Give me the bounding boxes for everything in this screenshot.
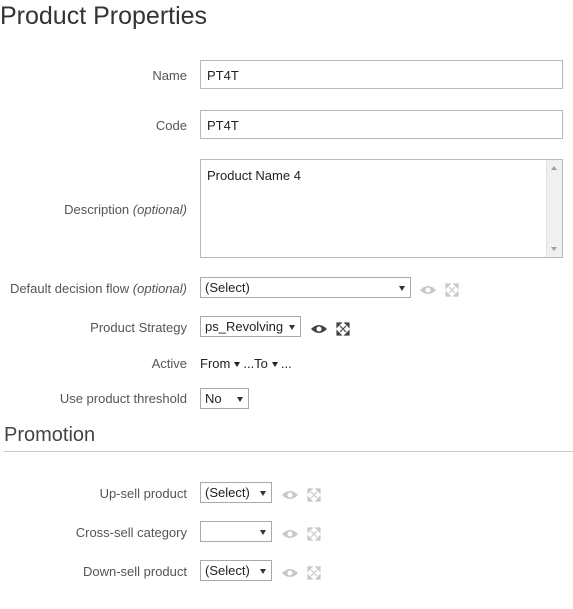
use-product-threshold-label: Use product threshold (59, 391, 187, 406)
code-label: Code (155, 118, 187, 133)
page-title: Product Properties (0, 2, 208, 30)
view-eye-icon (282, 491, 298, 499)
active-end-text: ... (280, 356, 292, 371)
expand-icon (445, 283, 459, 297)
down-sell-value: (Select) (205, 563, 250, 578)
scroll-up-arrow-icon[interactable] (551, 166, 557, 170)
view-eye-icon (282, 530, 298, 538)
product-strategy-value: ps_Revolving (205, 319, 284, 334)
up-sell-select[interactable]: (Select) (200, 482, 272, 503)
dropdown-arrow-icon (260, 569, 266, 574)
cross-sell-label: Cross-sell category (75, 525, 187, 540)
default-decision-flow-value: (Select) (205, 280, 250, 295)
description-textarea[interactable]: Product Name 4 (200, 159, 563, 258)
down-sell-select[interactable]: (Select) (200, 560, 272, 581)
description-value: Product Name 4 (207, 168, 301, 183)
dropdown-arrow-icon (237, 397, 243, 402)
dropdown-arrow-icon (289, 325, 295, 330)
code-input[interactable]: PT4T (200, 110, 563, 139)
dropdown-arrow-icon (399, 286, 405, 291)
name-input[interactable]: PT4T (200, 60, 563, 89)
from-dropdown-caret-icon[interactable] (234, 361, 241, 367)
name-label: Name (152, 68, 187, 83)
description-optional-text: (optional) (132, 202, 187, 217)
up-sell-label: Up-sell product (99, 486, 187, 501)
product-strategy-select[interactable]: ps_Revolving (200, 316, 301, 337)
active-label: Active (151, 356, 187, 371)
description-label-text: Description (64, 202, 130, 217)
active-range[interactable]: From ...To... (200, 356, 292, 371)
default-decision-flow-optional-text: (optional) (132, 281, 187, 296)
view-eye-icon (420, 286, 436, 294)
view-eye-icon[interactable] (310, 322, 328, 336)
default-decision-flow-label-text: Default decision flow (9, 281, 130, 296)
view-eye-icon (282, 569, 298, 577)
promotion-section-title: Promotion (4, 424, 96, 446)
expand-icon (307, 488, 321, 502)
active-to-text: ...To (243, 356, 268, 371)
use-product-threshold-select[interactable]: No (200, 388, 249, 409)
default-decision-flow-select[interactable]: (Select) (200, 277, 411, 298)
product-strategy-label: Product Strategy (90, 320, 187, 335)
active-from-text: From (200, 356, 231, 371)
use-product-threshold-value: No (205, 391, 222, 406)
expand-icon (307, 566, 321, 580)
cross-sell-select[interactable] (200, 521, 272, 542)
down-sell-label: Down-sell product (82, 564, 187, 579)
promotion-divider (4, 451, 573, 452)
expand-icon (307, 527, 321, 541)
default-decision-flow-label: Default decision flow (optional) (10, 281, 187, 296)
scroll-down-arrow-icon[interactable] (551, 247, 557, 251)
to-dropdown-caret-icon[interactable] (271, 361, 278, 367)
dropdown-arrow-icon (260, 530, 266, 535)
description-label: Description (optional) (64, 202, 187, 217)
description-scrollbar[interactable] (546, 160, 562, 257)
dropdown-arrow-icon (260, 491, 266, 496)
expand-icon[interactable] (334, 322, 352, 336)
up-sell-value: (Select) (205, 485, 250, 500)
